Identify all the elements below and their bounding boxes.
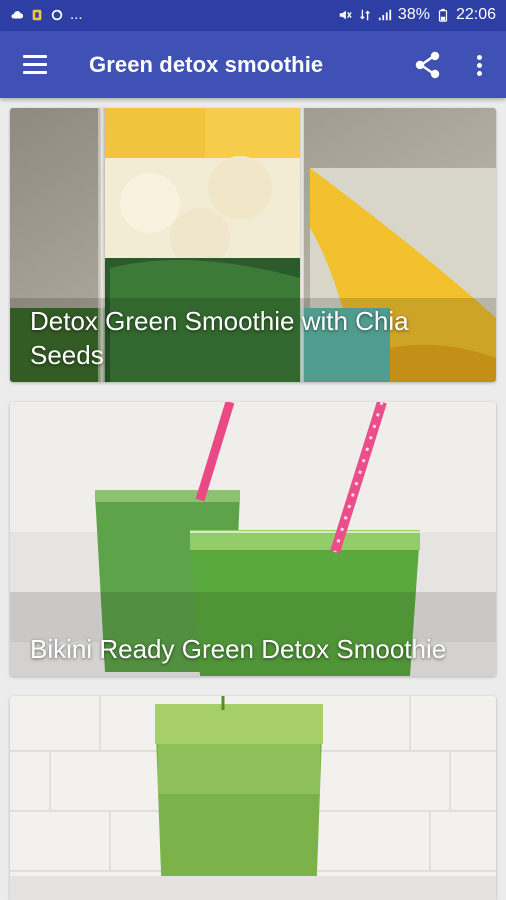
- more-notifications-indicator: ...: [70, 6, 83, 23]
- hamburger-menu-icon[interactable]: [17, 49, 53, 81]
- recipe-title: Detox Green Smoothie with Chia Seeds: [30, 306, 409, 370]
- clock: 22:06: [455, 6, 496, 23]
- battery-icon: [438, 8, 448, 22]
- notification-app-icon: [32, 9, 42, 20]
- more-vert-icon[interactable]: [466, 47, 492, 83]
- share-icon[interactable]: [410, 47, 446, 83]
- recipe-photo-green-smoothie: [10, 696, 496, 900]
- sync-icon: [51, 9, 63, 20]
- recipe-card-green-smoothie-glass[interactable]: [10, 696, 496, 900]
- recipe-card-bikini-ready[interactable]: Bikini Ready Green Detox Smoothie: [10, 402, 496, 676]
- battery-percentage: 38%: [397, 6, 430, 23]
- cloud-icon: [11, 10, 24, 18]
- page-title: Green detox smoothie: [89, 52, 324, 77]
- recipe-card-detox-green-chia[interactable]: Detox Green Smoothie with Chia Seeds: [10, 108, 496, 382]
- recipe-title: Bikini Ready Green Detox Smoothie: [30, 634, 447, 664]
- status-bar: ... 38% 22:06: [0, 0, 506, 31]
- app-bar: Green detox smoothie: [0, 31, 506, 98]
- mute-icon: [339, 10, 352, 20]
- signal-icon: [378, 9, 392, 21]
- data-transfer-icon: [360, 9, 370, 21]
